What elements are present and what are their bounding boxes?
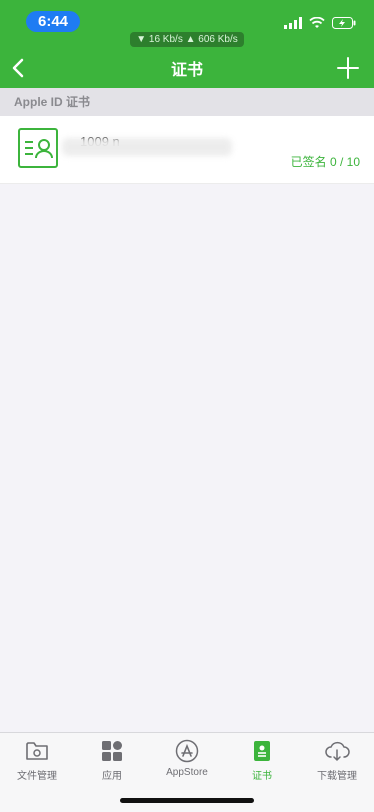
status-icons: [284, 16, 356, 30]
tab-label: 应用: [102, 771, 122, 782]
tab-apps[interactable]: 应用: [75, 739, 149, 787]
battery-charging-icon: [332, 17, 356, 29]
cloud-download-icon: [325, 741, 350, 761]
chevron-left-icon: [12, 58, 24, 78]
tab-file-manager[interactable]: 文件管理: [0, 739, 74, 787]
status-time: 6:44: [26, 11, 80, 32]
home-indicator: [120, 798, 254, 803]
wifi-icon: [309, 17, 325, 28]
signal-icon: [284, 17, 302, 29]
tab-label: 文件管理: [17, 771, 57, 782]
redaction-blur: [62, 138, 232, 156]
add-certificate-button[interactable]: [334, 54, 362, 82]
certificate-icon: [254, 741, 270, 761]
network-speed-indicator: ▼ 16 Kb/s ▲ 606 Kb/s: [130, 32, 244, 47]
folder-gear-icon: [26, 742, 48, 760]
tab-label: 下载管理: [317, 771, 357, 782]
apps-grid-icon: [102, 741, 122, 761]
tab-label: AppStore: [166, 767, 208, 778]
status-bar: 6:44 ▼ 16 Kb/s ▲ 606 Kb/s: [0, 0, 374, 47]
signed-count: 已签名 0 / 10: [290, 155, 360, 169]
id-card-icon: [18, 128, 58, 168]
plus-icon: [337, 57, 359, 79]
tab-appstore[interactable]: AppStore: [150, 739, 224, 787]
appstore-icon: [175, 739, 199, 763]
tab-certificates[interactable]: 证书: [225, 739, 299, 787]
tab-download-manager[interactable]: 下载管理: [300, 739, 374, 787]
section-header: Apple ID 证书: [0, 88, 374, 116]
certificate-list-item[interactable]: 1009 n 已签名 0 / 10: [0, 116, 374, 184]
tab-label: 证书: [252, 771, 272, 782]
page-title: 证书: [170, 62, 203, 79]
back-button[interactable]: [6, 54, 34, 82]
header: 6:44 ▼ 16 Kb/s ▲ 606 Kb/s 证书: [0, 0, 374, 88]
nav-bar: 证书: [0, 48, 374, 88]
